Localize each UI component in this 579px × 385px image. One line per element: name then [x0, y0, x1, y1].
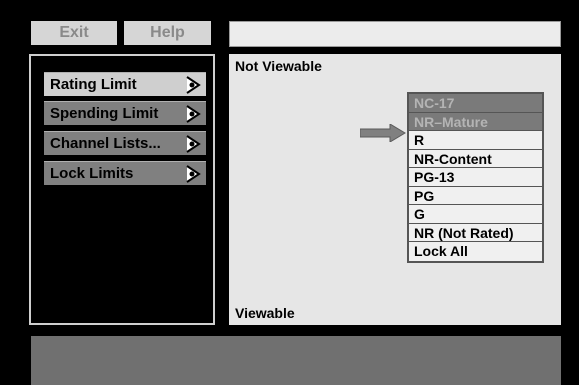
rating-item-nr-not-rated[interactable]: NR (Not Rated)	[409, 223, 542, 242]
viewable-label: Viewable	[235, 305, 295, 321]
rating-item-g[interactable]: G	[409, 205, 542, 224]
settings-menu: Rating Limit Spending Limit Channel List…	[29, 54, 215, 325]
rating-item-nr-mature[interactable]: NR–Mature	[409, 112, 542, 131]
rating-item-nc-17[interactable]: NC-17	[409, 94, 542, 113]
pointer-arrow-icon	[360, 124, 406, 142]
rating-item-r[interactable]: R	[409, 131, 542, 150]
rating-list: NC-17 NR–Mature R NR-Content PG-13 PG G …	[407, 92, 544, 263]
menu-item-label: Lock Limits	[50, 165, 134, 182]
menu-item-rating-limit[interactable]: Rating Limit	[44, 72, 206, 96]
menu-item-spending-limit[interactable]: Spending Limit	[44, 101, 206, 125]
rating-limit-panel: Not Viewable NC-17 NR–Mature R NR-Conten…	[229, 54, 561, 325]
exit-button[interactable]: Exit	[31, 21, 117, 45]
menu-item-lock-limits[interactable]: Lock Limits	[44, 161, 206, 185]
rating-item-pg-13[interactable]: PG-13	[409, 168, 542, 187]
menu-item-channel-lists[interactable]: Channel Lists...	[44, 131, 206, 155]
arrow-right-icon	[186, 105, 201, 123]
rating-item-pg[interactable]: PG	[409, 186, 542, 205]
title-bar	[229, 21, 561, 47]
arrow-right-icon	[186, 135, 201, 153]
rating-item-lock-all[interactable]: Lock All	[409, 242, 542, 261]
rating-item-nr-content[interactable]: NR-Content	[409, 149, 542, 168]
status-bar	[31, 336, 561, 385]
help-button[interactable]: Help	[124, 21, 211, 45]
parental-control-screen: Exit Help Rating Limit Spending Limit Ch…	[0, 0, 579, 385]
not-viewable-label: Not Viewable	[235, 58, 322, 74]
arrow-right-icon	[186, 76, 201, 94]
menu-item-label: Spending Limit	[50, 105, 159, 122]
arrow-right-icon	[186, 165, 201, 183]
menu-item-label: Channel Lists...	[50, 135, 161, 152]
menu-item-label: Rating Limit	[50, 76, 137, 93]
